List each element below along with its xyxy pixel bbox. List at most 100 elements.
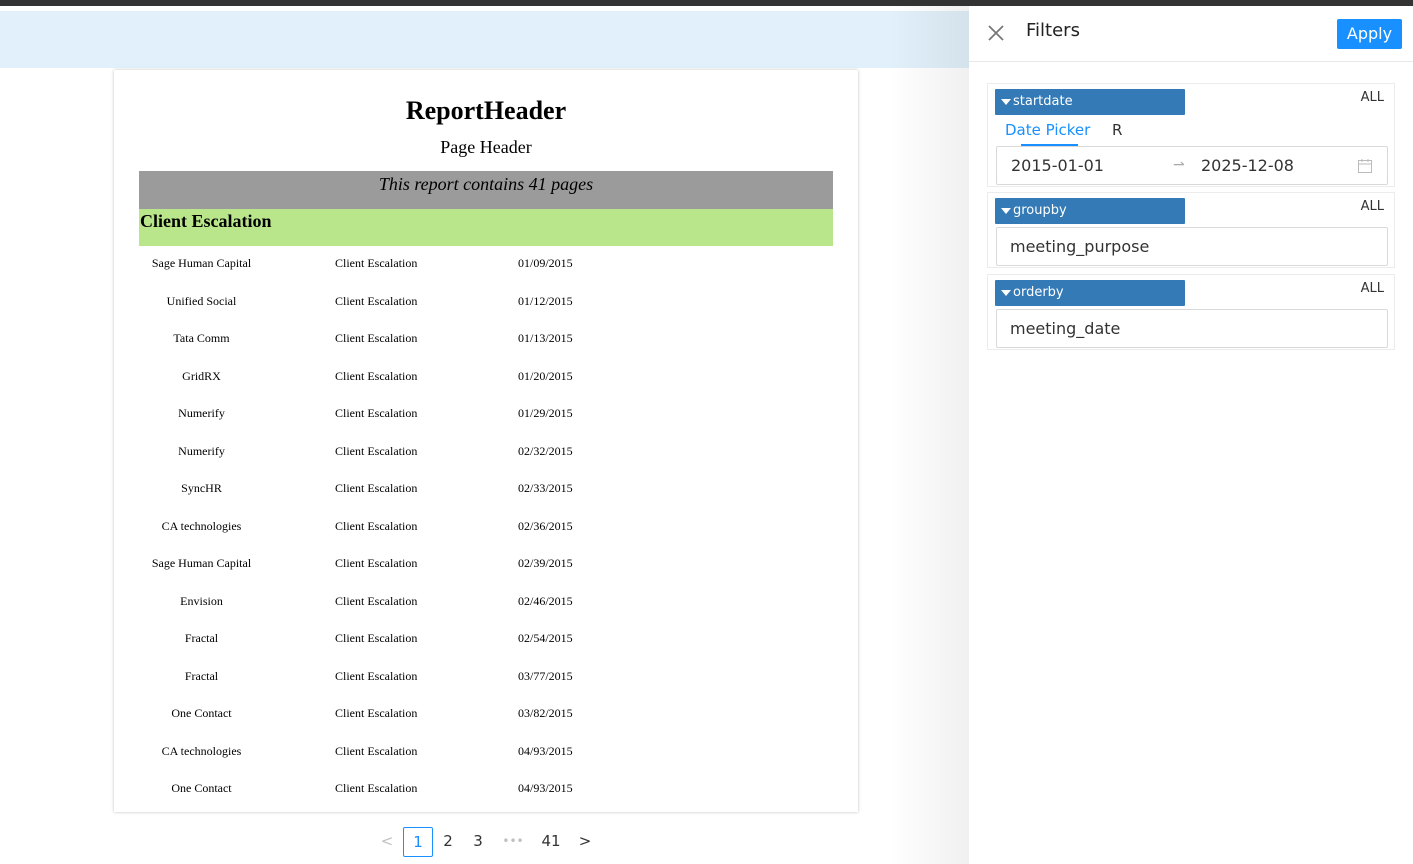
tab-r[interactable]: R — [1112, 121, 1122, 139]
report-header: ReportHeader — [405, 96, 567, 125]
purpose-cell: Client Escalation — [335, 331, 418, 345]
jump-next-ellipsis[interactable]: ••• — [498, 827, 528, 857]
table-row: SyncHR Client Escalation 02/33/2015 — [139, 480, 833, 517]
purpose-cell: Client Escalation — [335, 444, 418, 458]
client-name-cell: Fractal — [184, 631, 219, 645]
date-cell: 02/33/2015 — [518, 481, 573, 495]
prev-page-button[interactable]: < — [377, 827, 397, 857]
purpose-cell: Client Escalation — [335, 781, 418, 795]
date-cell: 01/20/2015 — [518, 369, 573, 383]
page-1-button[interactable]: 1 — [403, 827, 433, 857]
table-row: Numerify Client Escalation 01/29/2015 — [139, 405, 833, 442]
client-name-cell: CA technologies — [161, 744, 242, 758]
filter-all-toggle[interactable]: ALL — [1361, 90, 1384, 105]
filter-tag-startdate[interactable]: startdate — [995, 89, 1185, 115]
date-cell: 01/12/2015 — [518, 294, 573, 308]
caret-down-icon — [1001, 290, 1011, 296]
date-cell: 04/93/2015 — [518, 781, 573, 795]
page-header: Page Header — [440, 137, 532, 157]
client-name-cell: Numerify — [178, 406, 225, 420]
purpose-cell: Client Escalation — [335, 519, 418, 533]
purpose-cell: Client Escalation — [335, 481, 418, 495]
table-row: GridRX Client Escalation 01/20/2015 — [139, 368, 833, 405]
pagination: < 1 2 3 ••• 41 > — [375, 822, 605, 857]
client-name-cell: GridRX — [182, 369, 221, 383]
filter-startdate: startdate ALL Date Picker R 2015-01-01 ⇀… — [987, 83, 1395, 187]
table-row: Sage Human Capital Client Escalation 02/… — [139, 555, 833, 592]
date-cell: 03/82/2015 — [518, 706, 573, 720]
client-name-cell: CA technologies — [161, 519, 242, 533]
range-arrow-icon: ⇀ — [1173, 157, 1185, 173]
table-row: Numerify Client Escalation 02/32/2015 — [139, 443, 833, 480]
report-viewer: ReportHeader Page Header This report con… — [0, 6, 969, 864]
purpose-cell: Client Escalation — [335, 594, 418, 608]
table-row: CA technologies Client Escalation 02/36/… — [139, 518, 833, 555]
date-cell: 02/36/2015 — [518, 519, 573, 533]
client-name-cell: Fractal — [184, 669, 219, 683]
page-41-button[interactable]: 41 — [537, 827, 565, 857]
filter-groupby: groupby ALL meeting_purpose — [987, 192, 1395, 268]
page-2-button[interactable]: 2 — [438, 827, 458, 857]
client-name-cell: One Contact — [171, 706, 232, 720]
filter-name: orderby — [1013, 285, 1064, 300]
next-page-button[interactable]: > — [575, 827, 595, 857]
client-name-cell: Unified Social — [166, 294, 237, 308]
table-row: Sage Human Capital Client Escalation 01/… — [139, 255, 833, 292]
filter-name: groupby — [1013, 203, 1067, 218]
client-name-cell: Envision — [180, 594, 223, 608]
apply-button[interactable]: Apply — [1337, 19, 1402, 49]
report-page: ReportHeader Page Header This report con… — [114, 70, 858, 812]
tab-date-picker[interactable]: Date Picker — [1005, 121, 1090, 139]
date-cell: 02/39/2015 — [518, 556, 573, 570]
orderby-select[interactable]: meeting_date — [996, 309, 1388, 348]
viewer-toolbar — [0, 11, 969, 68]
date-cell: 01/13/2015 — [518, 331, 573, 345]
client-name-cell: SyncHR — [181, 481, 222, 495]
purpose-cell: Client Escalation — [335, 631, 418, 645]
date-cell: 04/93/2015 — [518, 744, 573, 758]
filters-panel-header: Filters Apply — [969, 6, 1413, 62]
pages-notice: This report contains 41 pages — [139, 171, 833, 209]
table-row: Envision Client Escalation 02/46/2015 — [139, 593, 833, 630]
calendar-icon[interactable] — [1357, 158, 1373, 174]
filters-panel: Filters Apply startdate ALL Date Picker … — [969, 6, 1413, 864]
purpose-cell: Client Escalation — [335, 669, 418, 683]
date-cell: 03/77/2015 — [518, 669, 573, 683]
purpose-cell: Client Escalation — [335, 256, 418, 270]
filter-all-toggle[interactable]: ALL — [1361, 199, 1384, 214]
start-date-input[interactable]: 2015-01-01 — [1011, 147, 1104, 184]
client-name-cell: One Contact — [171, 781, 232, 795]
table-row: One Contact Client Escalation 04/93/2015 — [139, 780, 833, 812]
caret-down-icon — [1001, 208, 1011, 214]
table-row: Fractal Client Escalation 02/54/2015 — [139, 630, 833, 667]
purpose-cell: Client Escalation — [335, 706, 418, 720]
purpose-cell: Client Escalation — [335, 294, 418, 308]
table-row: Fractal Client Escalation 03/77/2015 — [139, 668, 833, 705]
purpose-cell: Client Escalation — [335, 369, 418, 383]
page-3-button[interactable]: 3 — [468, 827, 488, 857]
table-row: Tata Comm Client Escalation 01/13/2015 — [139, 330, 833, 367]
date-cell: 02/54/2015 — [518, 631, 573, 645]
date-cell: 01/09/2015 — [518, 256, 573, 270]
filter-tag-groupby[interactable]: groupby — [995, 198, 1185, 224]
client-name-cell: Sage Human Capital — [151, 256, 252, 270]
client-name-cell: Numerify — [178, 444, 225, 458]
date-range-picker[interactable]: 2015-01-01 ⇀ 2025-12-08 — [996, 146, 1388, 185]
groupby-select[interactable]: meeting_purpose — [996, 227, 1388, 266]
filter-name: startdate — [1013, 94, 1073, 109]
purpose-cell: Client Escalation — [335, 556, 418, 570]
purpose-cell: Client Escalation — [335, 744, 418, 758]
caret-down-icon — [1001, 99, 1011, 105]
filter-tag-orderby[interactable]: orderby — [995, 280, 1185, 306]
client-name-cell: Tata Comm — [173, 331, 230, 345]
date-cell: 01/29/2015 — [518, 406, 573, 420]
client-name-cell: Sage Human Capital — [151, 556, 252, 570]
filter-all-toggle[interactable]: ALL — [1361, 281, 1384, 296]
filter-orderby: orderby ALL meeting_date — [987, 274, 1395, 350]
table-row: One Contact Client Escalation 03/82/2015 — [139, 705, 833, 742]
date-cell: 02/32/2015 — [518, 444, 573, 458]
end-date-input[interactable]: 2025-12-08 — [1201, 147, 1294, 184]
table-row: Unified Social Client Escalation 01/12/2… — [139, 293, 833, 330]
table-row: CA technologies Client Escalation 04/93/… — [139, 743, 833, 780]
close-icon[interactable] — [985, 22, 1007, 44]
